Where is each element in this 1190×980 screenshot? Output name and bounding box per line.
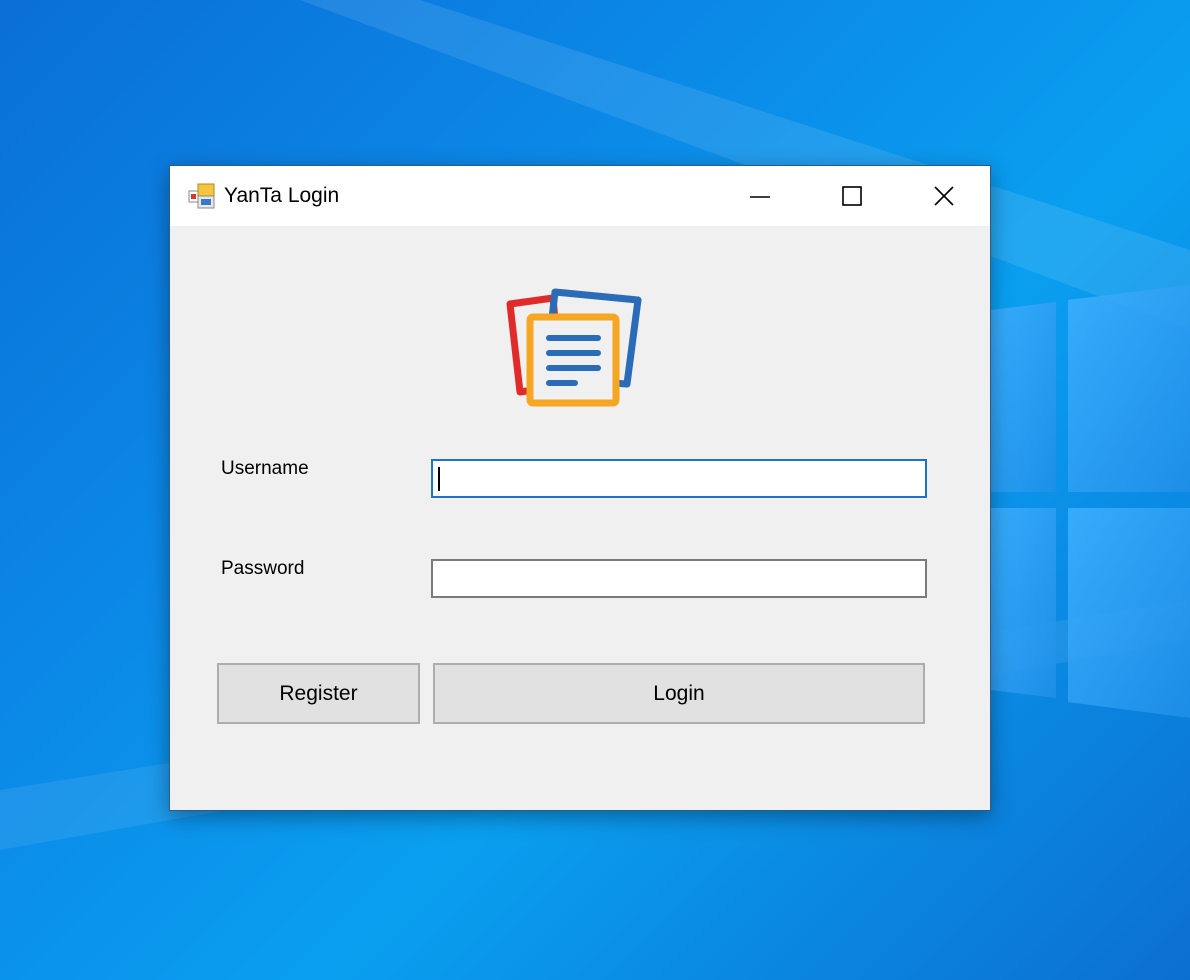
close-icon	[934, 186, 954, 206]
password-input[interactable]	[431, 559, 927, 598]
notes-logo-icon	[506, 288, 642, 407]
login-window: YanTa Login Username Password Register L…	[169, 165, 991, 811]
title-bar[interactable]: YanTa Login	[170, 166, 990, 226]
register-button[interactable]: Register	[217, 663, 420, 724]
minimize-icon	[750, 196, 770, 198]
username-label: Username	[221, 458, 309, 479]
maximize-icon	[842, 186, 862, 206]
maximize-button[interactable]	[806, 166, 898, 226]
password-label: Password	[221, 558, 305, 579]
username-input[interactable]	[431, 459, 927, 498]
minimize-button[interactable]	[714, 166, 806, 226]
window-title: YanTa Login	[224, 184, 340, 207]
text-caret	[438, 467, 440, 491]
login-button[interactable]: Login	[433, 663, 925, 724]
app-icon	[188, 183, 215, 209]
close-button[interactable]	[898, 166, 990, 226]
